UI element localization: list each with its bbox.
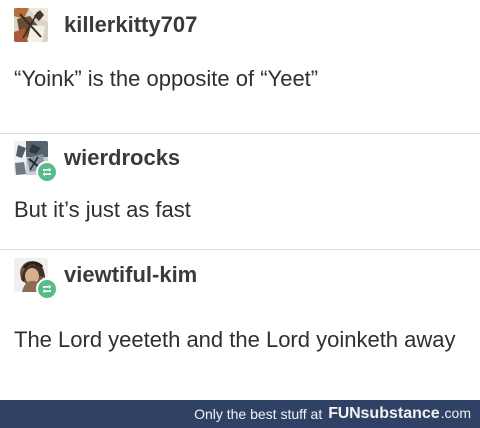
post-text: The Lord yeeteth and the Lord yoinketh a… — [14, 327, 456, 352]
tumblr-post-thread: killerkitty707 “Yoink” is the opposite o… — [0, 0, 480, 400]
brand-fun: FUN — [328, 405, 361, 422]
footer-tagline: Only the best stuff at — [194, 406, 323, 422]
post-2: wierdrocks But it’s just as fast — [0, 134, 480, 249]
funsubstance-footer: Only the best stuff at FUN substance .co… — [0, 400, 480, 428]
comic-avatar-icon[interactable] — [14, 8, 48, 42]
brand-substance: substance — [360, 405, 440, 422]
reblog-icon — [36, 161, 58, 183]
post-3-header: viewtiful-kim — [14, 258, 197, 300]
post-text: But it’s just as fast — [14, 197, 191, 222]
post-2-avatar-wrap[interactable] — [14, 141, 58, 183]
post-3: viewtiful-kim The Lord yeeteth and the L… — [0, 250, 480, 400]
reblog-icon — [36, 278, 58, 300]
post-1-header: killerkitty707 — [14, 8, 197, 42]
post-2-header: wierdrocks — [14, 141, 180, 183]
username[interactable]: wierdrocks — [64, 147, 180, 169]
username[interactable]: viewtiful-kim — [64, 264, 197, 286]
funsubstance-link[interactable]: FUN substance .com — [328, 406, 471, 422]
username[interactable]: killerkitty707 — [64, 14, 197, 36]
post-3-avatar-wrap[interactable] — [14, 258, 58, 300]
post-text: “Yoink” is the opposite of “Yeet” — [14, 66, 319, 91]
post-1-avatar-wrap[interactable] — [14, 8, 48, 42]
brand-tld: .com — [440, 405, 471, 421]
post-1: killerkitty707 “Yoink” is the opposite o… — [0, 0, 480, 133]
